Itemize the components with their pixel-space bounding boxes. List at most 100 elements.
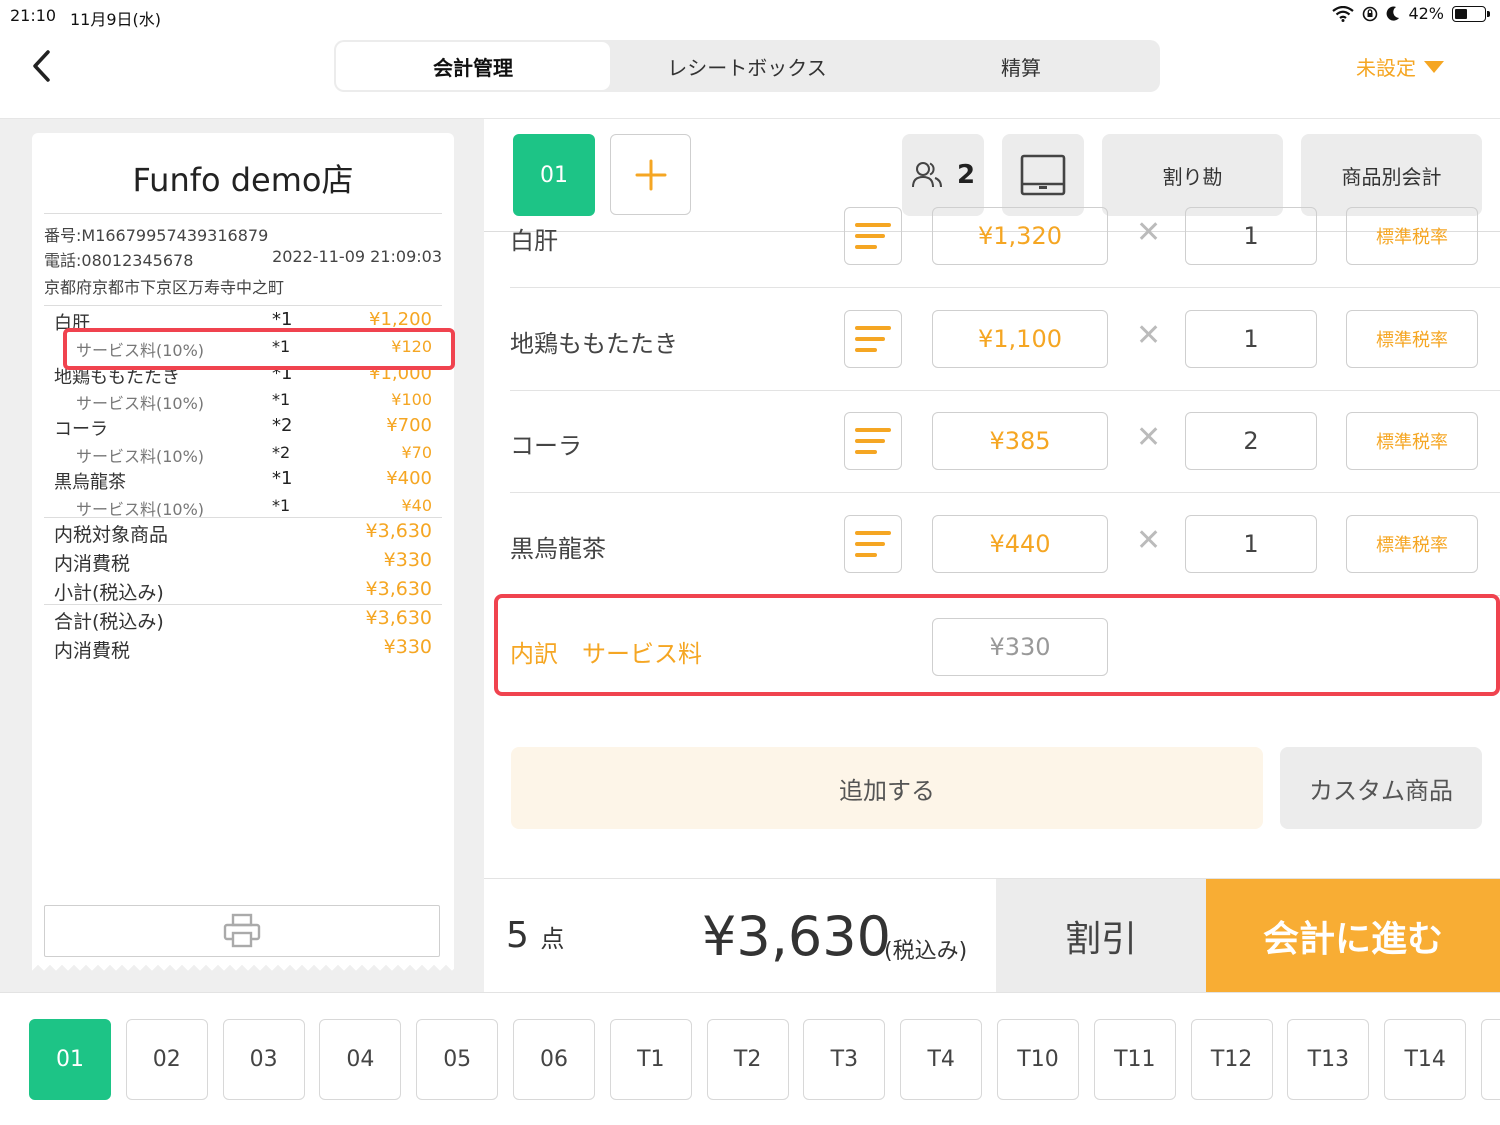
divider (44, 604, 442, 605)
table-button[interactable]: T2 (706, 1019, 789, 1100)
staff-selector[interactable]: 未設定 (1356, 52, 1444, 81)
item-options-button[interactable] (844, 412, 902, 470)
table-button[interactable]: 06 (513, 1019, 595, 1100)
receipt-preview: Funfo demo店 番号:M16679957439316879 電話:080… (32, 133, 454, 963)
table-selector: 01 02 03 04 05 06 T1 T2 T3 T4 T10 T11 T12 T13 T14 (0, 992, 1500, 1125)
checkout-button[interactable]: 会計に進む (1206, 879, 1500, 993)
receipt-line-name: コーラ (54, 419, 108, 440)
discount-button[interactable]: 割引 (996, 879, 1206, 993)
receipt-line-price: ¥100 (391, 390, 432, 409)
breakdown-amount: ¥330 (932, 618, 1108, 676)
status-bar: 21:10 11月9日(水) 42% (0, 0, 1500, 30)
table-button[interactable]: 02 (125, 1019, 208, 1100)
item-price-field[interactable]: ¥385 (932, 412, 1108, 470)
item-price-field[interactable]: ¥1,100 (932, 310, 1108, 368)
add-item-button[interactable]: 追加する (511, 747, 1263, 829)
receipt-line: コーラ *2 ¥700 (54, 415, 432, 441)
caret-down-icon (1424, 60, 1444, 73)
back-button[interactable] (28, 46, 58, 86)
table-button[interactable]: T13 (1287, 1019, 1370, 1100)
receipt-line: 黒烏龍茶 *1 ¥400 (54, 468, 432, 494)
item-qty-field[interactable]: 1 (1185, 310, 1317, 368)
highlight-box (63, 328, 455, 370)
order-item: 黒烏龍茶 ¥440 ✕ 1 標準税率 (510, 493, 1500, 596)
chevron-left-icon (33, 50, 50, 82)
total-label: 内消費税 (54, 553, 131, 575)
item-tax-rate-button[interactable]: 標準税率 (1346, 515, 1478, 573)
item-options-button[interactable] (844, 515, 902, 573)
item-name: 地鶏ももたたき (510, 330, 678, 358)
receipt-number: 番号:M16679957439316879 (44, 226, 269, 245)
receipt-line-price: ¥1,200 (369, 309, 432, 330)
item-options-button[interactable] (844, 207, 902, 265)
item-tax-rate-button[interactable]: 標準税率 (1346, 310, 1478, 368)
receipt-line-price: ¥400 (386, 468, 432, 489)
total-label: 小計(税込み) (54, 582, 164, 604)
item-count: 5 点 (506, 915, 564, 956)
item-tax-rate-button[interactable]: 標準税率 (1346, 412, 1478, 470)
order-pane: 01 2 割り勘 商品別会計 白肝 ¥1,320 ✕ 1 標準税率 地鶏ももたた… (484, 118, 1500, 878)
table-button[interactable]: 04 (319, 1019, 402, 1100)
multiply-icon: ✕ (1136, 318, 1162, 353)
table-button-partial[interactable] (1481, 1019, 1500, 1100)
receipt-pane: Funfo demo店 番号:M16679957439316879 電話:080… (0, 118, 484, 992)
item-name: 黒烏龍茶 (510, 535, 606, 563)
table-button[interactable]: T12 (1190, 1019, 1273, 1100)
total-value: ¥330 (383, 636, 432, 658)
table-button[interactable]: 05 (416, 1019, 499, 1100)
staff-selector-label: 未設定 (1356, 56, 1416, 80)
checkout-bar: 5 点 ¥3,630 (税込み) 割引 会計に進む (484, 878, 1500, 993)
item-count-unit: 点 (540, 925, 565, 953)
custom-item-button[interactable]: カスタム商品 (1280, 747, 1482, 829)
multiply-icon: ✕ (1136, 523, 1162, 558)
divider (44, 305, 442, 306)
total-label: 内税対象商品 (54, 524, 169, 546)
table-button[interactable]: T3 (803, 1019, 886, 1100)
divider (44, 213, 442, 214)
tab-settlement[interactable]: 精算 (884, 42, 1158, 90)
table-button[interactable]: T4 (900, 1019, 983, 1100)
total-value: ¥3,630 (365, 607, 432, 629)
item-name: コーラ (510, 432, 582, 460)
receipt-line-qty: *1 (272, 468, 293, 489)
table-button[interactable]: T14 (1384, 1019, 1467, 1100)
battery-icon (1452, 5, 1490, 22)
receipt-datetime: 2022-11-09 21:09:03 (272, 247, 442, 266)
table-button[interactable]: T1 (609, 1019, 692, 1100)
item-tax-rate-button[interactable]: 標準税率 (1346, 207, 1478, 265)
breakdown-label: 内訳 サービス料 (510, 640, 702, 668)
orientation-lock-icon (1363, 6, 1378, 21)
item-price-field[interactable]: ¥1,320 (932, 207, 1108, 265)
item-qty-field[interactable]: 1 (1185, 515, 1317, 573)
tab-receipt-box[interactable]: レシートボックス (610, 42, 884, 90)
tax-included-note: (税込み) (884, 939, 968, 964)
receipt-line-name: サービス料(10%) (76, 394, 205, 413)
status-indicators: 42% (1332, 4, 1490, 23)
item-qty-field[interactable]: 2 (1185, 412, 1317, 470)
battery-level (1455, 8, 1467, 19)
receipt-line-qty: *2 (272, 415, 293, 436)
table-button[interactable]: 01 (29, 1019, 111, 1100)
status-time: 21:10 (10, 6, 57, 25)
order-total: ¥3,630 (702, 905, 891, 968)
divider (44, 517, 442, 518)
receipt-line-name: サービス料(10%) (76, 447, 205, 466)
tab-accounting[interactable]: 会計管理 (336, 42, 610, 90)
order-item: 地鶏ももたたき ¥1,100 ✕ 1 標準税率 (510, 288, 1500, 391)
receipt-line-name: 黒烏龍茶 (54, 472, 126, 493)
table-button[interactable]: 03 (222, 1019, 305, 1100)
table-button[interactable]: T11 (1093, 1019, 1176, 1100)
receipt-line-qty: *1 (272, 309, 293, 330)
print-button[interactable] (44, 905, 440, 957)
main-tabs: 会計管理 レシートボックス 精算 (334, 40, 1160, 92)
item-count-value: 5 (506, 915, 529, 956)
table-button[interactable]: T10 (997, 1019, 1079, 1100)
receipt-address: 京都府京都市下京区万寿寺中之町 (44, 278, 285, 297)
battery-percent: 42% (1408, 4, 1444, 23)
status-date: 11月9日(水) (70, 10, 162, 29)
total-value: ¥3,630 (365, 520, 432, 542)
item-price-field[interactable]: ¥440 (932, 515, 1108, 573)
multiply-icon: ✕ (1136, 215, 1162, 250)
item-options-button[interactable] (844, 310, 902, 368)
item-qty-field[interactable]: 1 (1185, 207, 1317, 265)
